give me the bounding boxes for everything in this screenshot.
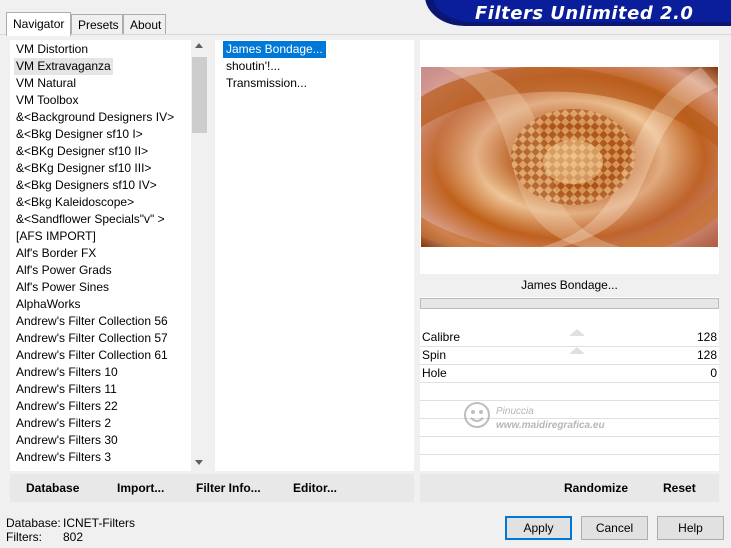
- param-divider: [420, 454, 719, 455]
- param-value: 0: [710, 366, 717, 380]
- param-label: Spin: [422, 348, 447, 362]
- filter-item-james-bondage[interactable]: James Bondage...: [223, 41, 326, 58]
- category-item[interactable]: &<BKg Designer sf10 II>: [14, 143, 150, 160]
- filters-count-value: 802: [63, 530, 84, 544]
- scroll-thumb[interactable]: [192, 57, 207, 133]
- database-label: Database:: [6, 516, 61, 530]
- filters-unlimited-banner: Filters Unlimited 2.0: [425, 0, 731, 28]
- slider-marker-icon[interactable]: [569, 329, 585, 336]
- param-label: Hole: [422, 366, 447, 380]
- banner-title: Filters Unlimited 2.0: [475, 3, 694, 24]
- filters-count-label: Filters:: [6, 530, 42, 544]
- category-item[interactable]: Andrew's Filter Collection 61: [14, 347, 170, 364]
- category-list[interactable]: VM Distortion VM Extravaganza VM Natural VM…: [10, 40, 208, 471]
- watermark: Pinuccia www.maidiregrafica.eu: [462, 400, 622, 440]
- tab-navigator[interactable]: Navigator: [6, 12, 71, 36]
- import-button[interactable]: Import...: [117, 474, 164, 502]
- watermark-logo-icon: [464, 402, 490, 428]
- category-item[interactable]: &<BKg Designer sf10 III>: [14, 160, 153, 177]
- category-item[interactable]: VM Toolbox: [14, 92, 80, 109]
- scroll-up-icon[interactable]: [195, 43, 203, 48]
- cancel-button[interactable]: Cancel: [581, 516, 648, 540]
- category-item[interactable]: Andrew's Filters 2: [14, 415, 113, 432]
- help-button[interactable]: Help: [657, 516, 724, 540]
- category-item[interactable]: &<Bkg Designer sf10 I>: [14, 126, 145, 143]
- scroll-down-icon[interactable]: [195, 460, 203, 465]
- category-item[interactable]: VM Distortion: [14, 41, 90, 58]
- watermark-name: Pinuccia: [496, 406, 534, 417]
- progress-bar: [420, 298, 719, 309]
- category-item[interactable]: &<Bkg Kaleidoscope>: [14, 194, 136, 211]
- param-label: Calibre: [422, 330, 461, 344]
- category-item[interactable]: AlphaWorks: [14, 296, 82, 313]
- category-item[interactable]: Andrew's Filters 30: [14, 432, 120, 449]
- category-item[interactable]: Andrew's Filters 22: [14, 398, 120, 415]
- param-divider: [420, 364, 719, 365]
- category-item[interactable]: Andrew's Filters 3: [14, 449, 113, 466]
- right-button-bar: Randomize Reset: [420, 474, 719, 502]
- category-item[interactable]: VM Natural: [14, 75, 78, 92]
- category-item[interactable]: Alf's Power Grads: [14, 262, 114, 279]
- database-value: ICNET-Filters: [63, 516, 135, 530]
- param-row-hole[interactable]: Hole 0: [420, 365, 719, 382]
- category-item[interactable]: &<Bkg Designers sf10 IV>: [14, 177, 159, 194]
- category-scrollbar[interactable]: [191, 40, 208, 471]
- database-button[interactable]: Database: [26, 474, 79, 502]
- category-item[interactable]: &<Background Designers IV>: [14, 109, 176, 126]
- tab-presets[interactable]: Presets: [71, 14, 123, 34]
- param-row-spin[interactable]: Spin 128: [420, 347, 719, 364]
- randomize-button[interactable]: Randomize: [564, 474, 628, 502]
- slider-marker-icon[interactable]: [569, 347, 585, 354]
- category-item[interactable]: Andrew's Filter Collection 56: [14, 313, 170, 330]
- preview-image: [421, 67, 718, 247]
- category-item[interactable]: VM Extravaganza: [14, 58, 113, 75]
- apply-button[interactable]: Apply: [505, 516, 572, 540]
- filter-item-transmission[interactable]: Transmission...: [223, 75, 310, 92]
- category-item[interactable]: Alf's Power Sines: [14, 279, 111, 296]
- filter-list[interactable]: James Bondage... shoutin'!... Transmissi…: [215, 40, 414, 471]
- category-item[interactable]: [AFS IMPORT]: [14, 228, 98, 245]
- filter-title: James Bondage...: [420, 274, 719, 297]
- param-divider: [420, 382, 719, 383]
- param-row-calibre[interactable]: Calibre 128: [420, 329, 719, 346]
- filter-item-shoutin[interactable]: shoutin'!...: [223, 58, 283, 75]
- left-button-bar: Database Import... Filter Info... Editor…: [10, 474, 414, 502]
- category-item[interactable]: Andrew's Filters 11: [14, 381, 119, 398]
- editor-button[interactable]: Editor...: [293, 474, 337, 502]
- reset-button[interactable]: Reset: [663, 474, 696, 502]
- param-value: 128: [696, 348, 717, 362]
- category-item[interactable]: &<Sandflower Specials"v" >: [14, 211, 167, 228]
- param-value: 128: [696, 330, 717, 344]
- filter-info-button[interactable]: Filter Info...: [196, 474, 261, 502]
- category-item[interactable]: Alf's Border FX: [14, 245, 98, 262]
- category-item[interactable]: Andrew's Filters 10: [14, 364, 120, 381]
- tab-about[interactable]: About: [123, 14, 166, 34]
- category-item[interactable]: Andrew's Filter Collection 57: [14, 330, 170, 347]
- preview-swirl-graphic: [421, 67, 718, 247]
- watermark-site: www.maidiregrafica.eu: [496, 420, 605, 431]
- param-divider: [420, 346, 719, 347]
